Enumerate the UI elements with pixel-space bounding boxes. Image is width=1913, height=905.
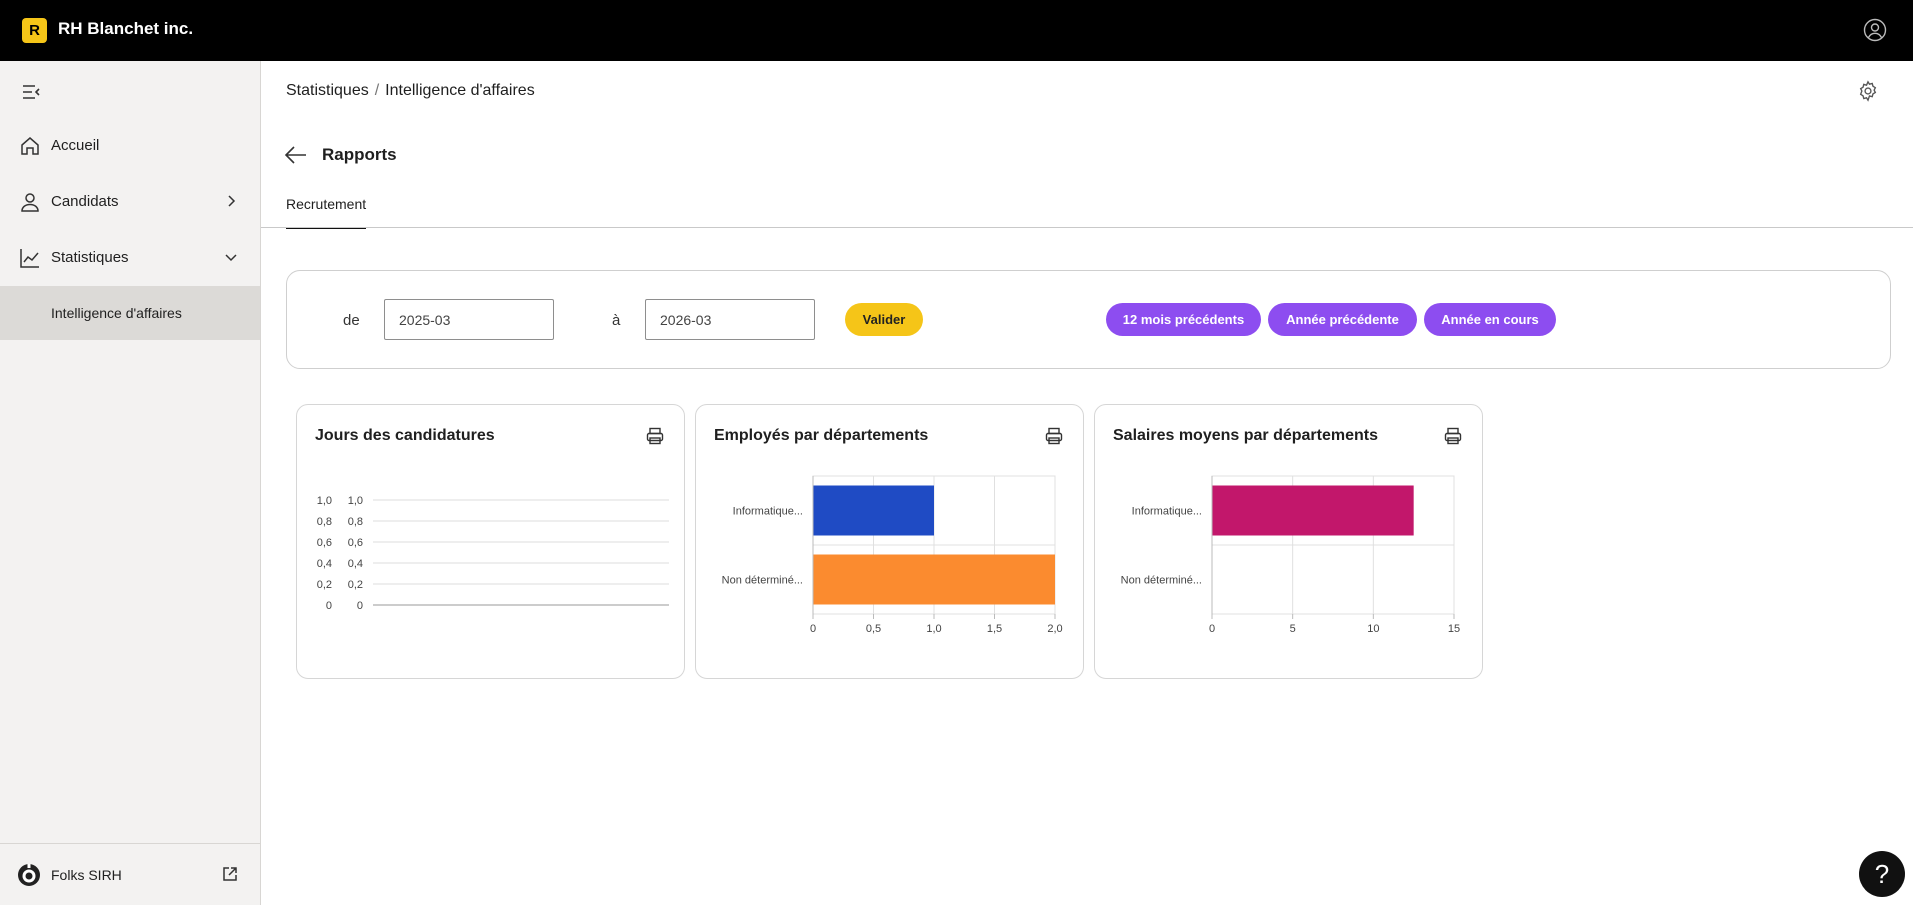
bar xyxy=(813,485,934,536)
back-arrow-icon[interactable] xyxy=(284,144,308,166)
x-tick-label: 0 xyxy=(810,623,816,635)
user-account-icon[interactable] xyxy=(1863,18,1887,42)
sidebar-footer-link[interactable]: Folks SIRH xyxy=(0,843,260,905)
chart-salaires-departements: 0 5 10 15 Informatique... Non déterminé... xyxy=(1121,475,1460,635)
x-tick-label: 10 xyxy=(1367,623,1379,635)
sidebar-item-intelligence-affaires[interactable]: Intelligence d'affaires xyxy=(0,286,260,340)
help-button[interactable]: ? xyxy=(1859,851,1905,897)
bar xyxy=(813,554,1055,605)
sidebar-item-label: Statistiques xyxy=(51,249,129,266)
printer-icon[interactable] xyxy=(1444,427,1462,445)
folks-logo-icon xyxy=(18,864,40,886)
breadcrumb-current: Intelligence d'affaires xyxy=(385,82,535,99)
y-tick-label-left: 0,8 xyxy=(317,516,332,528)
top-bar: R RH Blanchet inc. xyxy=(0,0,1913,61)
brand-name[interactable]: RH Blanchet inc. xyxy=(58,19,193,39)
printer-icon[interactable] xyxy=(646,427,664,445)
printer-icon[interactable] xyxy=(1045,427,1063,445)
validate-button[interactable]: Valider xyxy=(845,303,923,336)
to-date-input[interactable] xyxy=(645,299,815,340)
sidebar-item-label: Accueil xyxy=(51,137,100,154)
y-tick-label-right: 0,2 xyxy=(348,579,363,591)
card-title: Salaires moyens par départements xyxy=(1113,427,1379,444)
page-title: Rapports xyxy=(322,145,397,164)
footer-label: Folks SIRH xyxy=(51,867,122,883)
chart-card-jours-candidatures: 1,0 1,0 0,8 0,8 0,6 0,6 0,4 0,4 0,2 0,2 0 0 Jours d… xyxy=(296,404,685,679)
x-tick-label: 5 xyxy=(1290,623,1296,635)
chart-line-icon xyxy=(20,249,39,268)
y-tick-label-right: 1,0 xyxy=(348,495,363,507)
date-filter-panel: de à Valider 12 mois précédents Année pr… xyxy=(286,270,1891,369)
x-tick-label: 0,5 xyxy=(866,623,881,635)
y-tick-label-right: 0 xyxy=(357,600,363,612)
sidebar-item-label: Candidats xyxy=(51,193,119,210)
y-tick-label-left: 0,6 xyxy=(317,537,332,549)
chart-jours-candidatures: 1,0 1,0 0,8 0,8 0,6 0,6 0,4 0,4 0,2 0,2 0 0 xyxy=(317,495,669,612)
bar xyxy=(1212,485,1414,536)
chart-card-salaires-departements: 0 5 10 15 Informatique... Non déterminé... Sa… xyxy=(1094,404,1483,679)
x-tick-label: 1,0 xyxy=(926,623,941,635)
y-tick-label-right: 0,4 xyxy=(348,558,363,570)
tab-recrutement[interactable]: Recrutement xyxy=(286,196,367,229)
to-label: à xyxy=(612,312,621,329)
chevron-right-icon xyxy=(228,195,236,207)
preset-current-year-button[interactable]: Année en cours xyxy=(1424,303,1556,336)
y-tick-label-left: 0 xyxy=(326,600,332,612)
sidebar: Accueil Candidats Statistiques Intellige… xyxy=(0,61,261,905)
y-tick-label-left: 0,2 xyxy=(317,579,332,591)
y-category-label: Informatique... xyxy=(733,506,803,518)
breadcrumb: Statistiques / Intelligence d'affaires xyxy=(286,82,535,100)
x-tick-label: 1,5 xyxy=(987,623,1002,635)
user-icon xyxy=(21,193,39,212)
external-link-icon xyxy=(223,867,237,881)
sidebar-item-statistiques[interactable]: Statistiques xyxy=(0,231,260,285)
app-logo[interactable]: R xyxy=(22,18,47,43)
y-tick-label-left: 1,0 xyxy=(317,495,332,507)
x-tick-label: 0 xyxy=(1209,623,1215,635)
home-icon xyxy=(21,137,39,155)
sidebar-subitem-label: Intelligence d'affaires xyxy=(51,305,182,321)
breadcrumb-statistiques[interactable]: Statistiques xyxy=(286,82,369,99)
preset-previous-year-button[interactable]: Année précédente xyxy=(1268,303,1417,336)
sidebar-item-candidats[interactable]: Candidats xyxy=(0,175,260,229)
y-tick-label-left: 0,4 xyxy=(317,558,332,570)
card-title: Jours des candidatures xyxy=(315,427,495,444)
tab-divider xyxy=(261,227,1913,228)
preset-12-months-button[interactable]: 12 mois précédents xyxy=(1106,303,1261,336)
breadcrumb-separator: / xyxy=(374,82,380,99)
x-tick-label: 15 xyxy=(1448,623,1460,635)
y-tick-label-right: 0,6 xyxy=(348,537,363,549)
chart-card-employes-departements: 0 0,5 1,0 1,5 2,0 Informatique... Non détermin… xyxy=(695,404,1084,679)
collapse-sidebar-icon[interactable] xyxy=(21,83,41,101)
chart-employes-departements: 0 0,5 1,0 1,5 2,0 Informatique... Non détermin… xyxy=(722,475,1063,635)
sidebar-item-accueil[interactable]: Accueil xyxy=(0,119,260,173)
y-category-label: Informatique... xyxy=(1132,506,1202,518)
y-category-label: Non déterminé... xyxy=(722,575,803,587)
y-category-label: Non déterminé... xyxy=(1121,575,1202,587)
x-tick-label: 2,0 xyxy=(1047,623,1062,635)
from-label: de xyxy=(343,312,360,329)
from-date-input[interactable] xyxy=(384,299,554,340)
gear-icon[interactable] xyxy=(1857,80,1879,102)
card-title: Employés par départements xyxy=(714,427,929,444)
y-tick-label-right: 0,8 xyxy=(348,516,363,528)
chevron-down-icon xyxy=(225,254,237,262)
